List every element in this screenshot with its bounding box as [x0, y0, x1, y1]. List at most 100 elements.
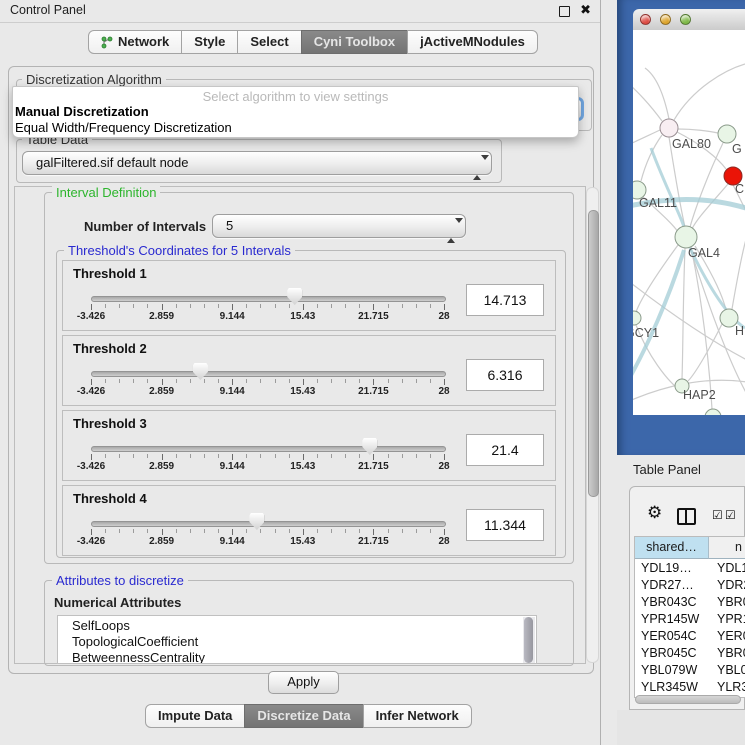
attribute-list-item[interactable]: TopologicalCoefficient — [58, 634, 536, 650]
attribute-list-item[interactable]: BetweennessCentrality — [58, 650, 536, 664]
checkbox-icon[interactable]: ☑ — [725, 508, 736, 522]
slider-thumb[interactable] — [362, 438, 377, 455]
minor-tick — [345, 454, 346, 458]
minor-tick — [204, 379, 205, 383]
minor-tick — [430, 454, 431, 458]
threshold-value-field[interactable]: 21.4 — [466, 434, 544, 466]
table-horizontal-scrollbar[interactable] — [635, 695, 741, 704]
node-label: GAL11 — [639, 196, 677, 210]
node-label: HAP2 — [683, 388, 716, 402]
minor-tick — [204, 304, 205, 308]
split-column-icon[interactable] — [677, 508, 696, 525]
attributes-scrollbar-thumb[interactable] — [524, 617, 533, 663]
tab-select[interactable]: Select — [237, 30, 301, 54]
num-intervals-value: 5 — [226, 218, 233, 233]
threshold-value-field[interactable]: 11.344 — [466, 509, 544, 541]
dropdown-option-manual[interactable]: Manual Discretization — [15, 104, 149, 119]
table-cell[interactable]: YBL079W — [641, 663, 697, 677]
tick-label: 15.43 — [280, 311, 326, 322]
column-header-shared-name[interactable]: shared… — [635, 537, 709, 559]
tab-network[interactable]: Network — [88, 30, 182, 54]
table-cell[interactable]: YLR3 — [717, 680, 745, 694]
vertical-scrollbar[interactable] — [586, 187, 599, 663]
slider-track[interactable] — [91, 521, 446, 527]
table-cell[interactable]: YER054C — [641, 629, 697, 643]
minor-tick — [416, 379, 417, 383]
minor-tick — [105, 454, 106, 458]
tab-label: Network — [118, 31, 169, 53]
major-tick — [373, 529, 374, 535]
minor-tick — [388, 304, 389, 308]
table-data-combobox[interactable]: galFiltered.sif default node — [22, 151, 492, 175]
minor-tick — [289, 304, 290, 308]
minor-tick — [246, 529, 247, 533]
table-cell[interactable]: YBR045C — [641, 646, 697, 660]
minor-tick — [260, 529, 261, 533]
numerical-attributes-list[interactable]: SelfLoopsTopologicalCoefficientBetweenne… — [57, 615, 537, 664]
tab-cyni-toolbox[interactable]: Cyni Toolbox — [301, 30, 408, 54]
node-label: G — [732, 142, 742, 156]
table-cell[interactable]: YPR1 — [717, 612, 745, 626]
table-cell[interactable]: YBL0 — [717, 663, 745, 677]
network-node[interactable] — [660, 119, 678, 137]
tab-style[interactable]: Style — [181, 30, 238, 54]
network-window-titlebar[interactable] — [633, 9, 745, 31]
slider-track[interactable] — [91, 371, 446, 377]
threshold-value-field[interactable]: 14.713 — [466, 284, 544, 316]
slider-thumb[interactable] — [287, 288, 302, 305]
zoom-traffic-light-icon[interactable] — [680, 14, 691, 25]
table-cell[interactable]: YPR145W — [641, 612, 699, 626]
float-window-icon[interactable] — [559, 6, 570, 17]
minor-tick — [345, 529, 346, 533]
node-label: H — [735, 324, 744, 338]
panel-title: Control Panel — [10, 3, 86, 17]
minimize-traffic-light-icon[interactable] — [660, 14, 671, 25]
node-table[interactable]: shared…n YDL19… YDL1 YDR27… YDR2 YBR043C YBR0 Y… — [634, 536, 745, 698]
network-node[interactable] — [633, 311, 641, 325]
column-header-name[interactable]: n — [709, 537, 745, 559]
minor-tick — [176, 529, 177, 533]
tick-label: 9.144 — [209, 536, 255, 547]
minor-tick — [133, 379, 134, 383]
tab-discretize-data[interactable]: Discretize Data — [244, 704, 363, 728]
tab-impute-data[interactable]: Impute Data — [145, 704, 245, 728]
minor-tick — [331, 454, 332, 458]
dropdown-option-equal-width[interactable]: Equal Width/Frequency Discretization — [15, 120, 232, 135]
close-icon[interactable]: ✖ — [580, 2, 591, 18]
slider-track[interactable] — [91, 446, 446, 452]
close-traffic-light-icon[interactable] — [640, 14, 651, 25]
slider-thumb[interactable] — [249, 513, 264, 530]
network-node[interactable] — [705, 409, 721, 415]
minor-tick — [275, 454, 276, 458]
minor-tick — [105, 304, 106, 308]
table-cell[interactable]: YLR345W — [641, 680, 698, 694]
table-cell[interactable]: YBR0 — [717, 595, 745, 609]
attributes-scrollbar[interactable] — [523, 617, 535, 663]
attribute-list-item[interactable]: SelfLoops — [58, 618, 536, 634]
table-cell[interactable]: YBR043C — [641, 595, 697, 609]
network-node[interactable] — [718, 125, 736, 143]
minor-tick — [416, 304, 417, 308]
table-cell[interactable]: YDL19… — [641, 561, 692, 575]
network-canvas[interactable]: GAL80GGAL11CGAL4GCY1HHAP2 — [633, 30, 745, 415]
threshold-value-field[interactable]: 6.316 — [466, 359, 544, 391]
table-cell[interactable]: YDR2 — [717, 578, 745, 592]
gear-icon[interactable]: ⚙ — [647, 504, 662, 521]
checkbox-icon[interactable]: ☑ — [712, 508, 723, 522]
slider-track[interactable] — [91, 296, 446, 302]
minor-tick — [218, 379, 219, 383]
table-cell[interactable]: YDR27… — [641, 578, 694, 592]
major-tick — [91, 379, 92, 385]
vertical-scrollbar-thumb[interactable] — [588, 210, 599, 497]
minor-tick — [331, 304, 332, 308]
network-node[interactable] — [675, 226, 697, 248]
table-cell[interactable]: YDL1 — [717, 561, 745, 575]
slider-thumb[interactable] — [193, 363, 208, 380]
tab-infer-network[interactable]: Infer Network — [363, 704, 472, 728]
tick-label: -3.426 — [68, 311, 114, 322]
table-cell[interactable]: YBR0 — [717, 646, 745, 660]
num-intervals-combobox[interactable]: 5 — [212, 214, 466, 238]
tab-jactivemnodules[interactable]: jActiveMNodules — [407, 30, 538, 54]
apply-button[interactable]: Apply — [268, 671, 339, 694]
table-cell[interactable]: YER0 — [717, 629, 745, 643]
